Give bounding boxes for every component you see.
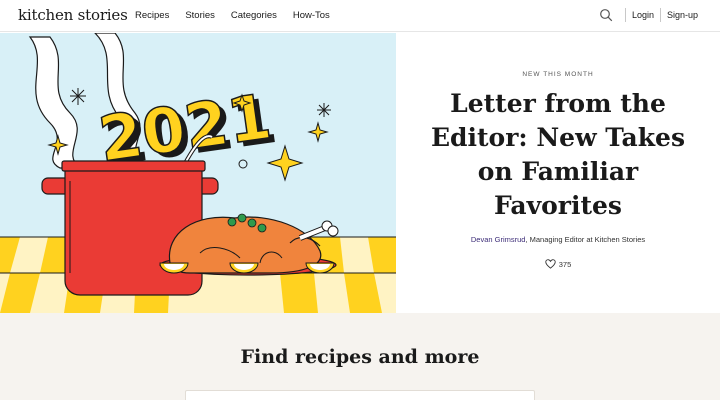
find-search-input[interactable] [185, 390, 535, 400]
nav-item-recipes[interactable]: Recipes [135, 10, 169, 21]
find-recipes-section: Find recipes and more [0, 313, 720, 400]
heart-icon[interactable] [545, 259, 556, 269]
hero-feature[interactable]: 2021 2021 NEW THIS MONTH Letter from the… [0, 33, 720, 313]
find-section-title: Find recipes and more [240, 346, 480, 368]
nav-item-categories[interactable]: Categories [231, 10, 277, 21]
author-link[interactable]: Devan Grimsrud [471, 235, 526, 244]
top-header: kitchen stories Recipes Stories Categori… [0, 0, 720, 32]
nav-item-stories[interactable]: Stories [185, 10, 215, 21]
hero-illustration[interactable]: 2021 2021 [0, 33, 396, 313]
like-counter: 375 [396, 259, 720, 269]
hero-article-summary: NEW THIS MONTH Letter from the Editor: N… [396, 33, 720, 313]
article-kicker: NEW THIS MONTH [522, 71, 594, 78]
article-byline: Devan Grimsrud, Managing Editor at Kitch… [396, 235, 720, 244]
author-role: , Managing Editor at Kitchen Stories [525, 235, 646, 244]
nav-item-how-tos[interactable]: How-Tos [293, 10, 330, 21]
signup-link[interactable]: Sign-up [667, 10, 698, 20]
nav-divider [624, 8, 626, 22]
site-logo[interactable]: kitchen stories [18, 6, 128, 24]
article-headline[interactable]: Letter from the Editor: New Takes on Fam… [416, 87, 700, 223]
nav-divider [659, 8, 661, 22]
login-link[interactable]: Login [632, 10, 654, 20]
search-icon[interactable] [599, 8, 613, 22]
thanksgiving-2021-illustration: 2021 2021 [0, 33, 396, 313]
main-nav: Recipes Stories Categories How-Tos [135, 10, 330, 21]
like-count: 375 [558, 259, 572, 269]
account-nav: Login Sign-up [599, 8, 698, 22]
